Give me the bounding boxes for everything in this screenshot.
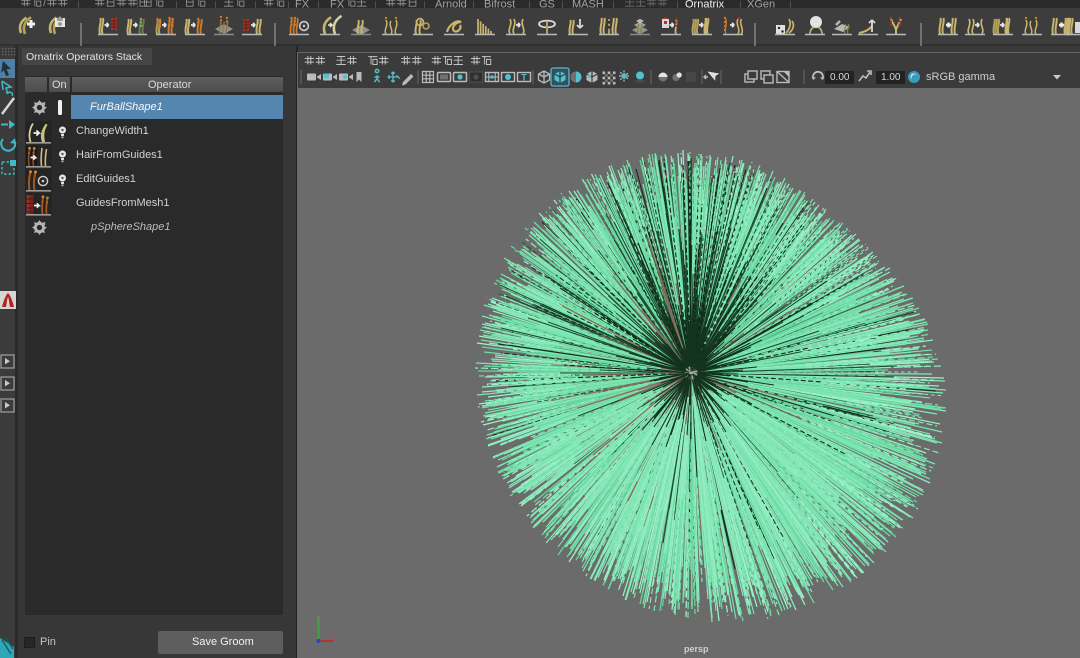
svg-text:T: T [521,72,527,82]
svg-text:Ornatrix: Ornatrix [685,0,725,8]
svg-text:x: x [331,634,335,641]
svg-text:Arnold: Arnold [435,0,467,8]
svg-text:XGen: XGen [747,0,775,8]
svg-text:FX: FX [295,0,310,8]
svg-text:GS: GS [539,0,555,8]
svg-text:Bifrost: Bifrost [484,0,515,8]
svg-text:MASH: MASH [572,0,604,8]
svg-text:y: y [317,615,321,622]
svg-text:FX: FX [330,0,345,8]
